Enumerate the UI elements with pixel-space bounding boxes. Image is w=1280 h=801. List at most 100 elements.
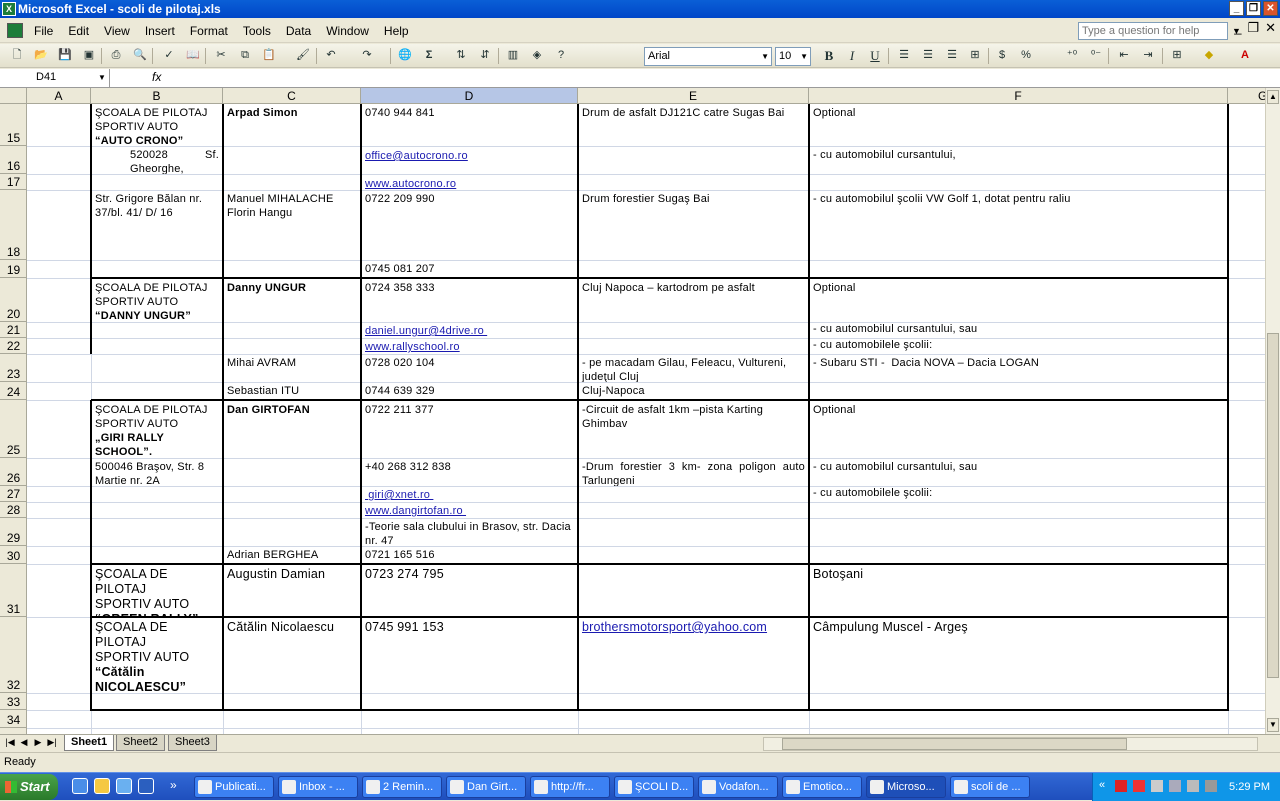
word-icon[interactable]	[138, 778, 154, 794]
cell-b25[interactable]: ŞCOALA DE PILOTAJ SPORTIV AUTO „GIRI RAL…	[92, 401, 222, 458]
copy-icon[interactable]: ⧉	[236, 47, 254, 64]
column-header-a[interactable]: A	[27, 88, 91, 104]
row-header[interactable]: 24	[0, 382, 27, 400]
bold-button[interactable]: B	[820, 47, 838, 64]
cell-c15[interactable]: Arpad Simon	[224, 104, 360, 146]
cell-f15[interactable]: Optional	[810, 104, 1227, 146]
row-header[interactable]: 20	[0, 278, 27, 322]
more-quicklaunch-icon[interactable]: »	[170, 778, 177, 792]
cell-d24[interactable]: 0744 639 329	[362, 382, 577, 400]
cell-e25[interactable]: -Circuit de asfalt 1km –pista Karting Gh…	[579, 401, 808, 458]
cell-d19[interactable]: 0745 081 207	[362, 260, 577, 278]
row-header[interactable]: 27	[0, 486, 27, 502]
cell-d20[interactable]: 0724 358 333	[362, 279, 577, 322]
cell-d26[interactable]: +40 268 312 838	[362, 458, 577, 486]
paste-icon[interactable]: 📋	[260, 47, 278, 64]
cell-e26[interactable]: -Drum forestier 3 km- zona poligon auto …	[579, 458, 808, 486]
tray-app-icon[interactable]	[1115, 780, 1127, 792]
row-header[interactable]: 31	[0, 564, 27, 617]
ie-icon[interactable]	[72, 778, 88, 794]
menu-help[interactable]: Help	[384, 24, 409, 38]
tab-sheet2[interactable]: Sheet2	[116, 735, 165, 751]
task-button[interactable]: http://fr...	[530, 776, 610, 798]
font-size-select[interactable]: 10 ▼	[775, 47, 811, 66]
help-icon[interactable]: ?	[552, 47, 570, 64]
tab-sheet1[interactable]: Sheet1	[64, 735, 115, 751]
task-button-active[interactable]: Microso...	[866, 776, 946, 798]
vertical-scroll-thumb[interactable]	[1267, 333, 1279, 678]
row-header[interactable]: 33	[0, 693, 27, 710]
sort-ascending-icon[interactable]: ⇅	[452, 47, 470, 64]
hyperlink-icon[interactable]: 🌐	[396, 47, 414, 64]
task-button[interactable]: Vodafon...	[698, 776, 778, 798]
print-icon[interactable]: ⎙	[107, 47, 125, 64]
undo-icon[interactable]: ↶	[322, 47, 340, 64]
cell-d31[interactable]: 0723 274 795	[362, 565, 577, 616]
tab-sheet3[interactable]: Sheet3	[168, 735, 217, 751]
row-header[interactable]: 19	[0, 260, 27, 278]
font-color-icon[interactable]: A	[1236, 47, 1254, 64]
row-header[interactable]: 16	[0, 146, 27, 174]
cell-d30[interactable]: 0721 165 516	[362, 546, 577, 564]
cell-e32[interactable]: brothersmotorsport@yahoo.com	[579, 618, 808, 693]
menu-data[interactable]: Data	[286, 24, 311, 38]
column-header-b[interactable]: B	[91, 88, 223, 104]
worksheet-grid[interactable]: A B C D E F G 15 16 17 18 19 20 21 22 23…	[0, 88, 1265, 734]
cell-f27[interactable]: - cu automobilele şcolii:	[810, 486, 1227, 502]
redo-icon[interactable]: ↷	[358, 47, 376, 64]
row-header[interactable]: 30	[0, 546, 27, 564]
align-right-icon[interactable]: ☰	[943, 47, 961, 64]
cell-f21[interactable]: - cu automobilul cursantului, sau	[810, 322, 1227, 338]
cell-c30[interactable]: Adrian BERGHEA	[224, 546, 360, 564]
task-button[interactable]: Dan Girt...	[446, 776, 526, 798]
cell-e18[interactable]: Drum forestier Sugaş Bai	[579, 190, 808, 260]
name-box[interactable]: D41 ▼	[0, 69, 110, 87]
column-header-g[interactable]: G	[1228, 88, 1265, 104]
cell-e15[interactable]: Drum de asfalt DJ121C catre Sugas Bai	[579, 104, 808, 146]
research-icon[interactable]: 📖	[184, 47, 202, 64]
column-header-c[interactable]: C	[223, 88, 361, 104]
prev-sheet-icon[interactable]: ◀	[18, 737, 30, 748]
permission-icon[interactable]: ▣	[80, 47, 98, 64]
horizontal-scroll-thumb[interactable]	[782, 738, 1127, 750]
cell-c23[interactable]: Mihai AVRAM	[224, 354, 360, 382]
cell-f20[interactable]: Optional	[810, 279, 1227, 322]
menu-window[interactable]: Window	[326, 24, 369, 38]
row-header[interactable]: 23	[0, 354, 27, 382]
task-button[interactable]: 2 Remin...	[362, 776, 442, 798]
volume-icon[interactable]	[1151, 780, 1163, 792]
row-header[interactable]: 22	[0, 338, 27, 354]
cell-b26[interactable]: 500046 Braşov, Str. 8 Martie nr. 2A	[92, 458, 222, 486]
menu-file[interactable]: File	[34, 24, 53, 38]
first-sheet-icon[interactable]: |◀	[4, 737, 16, 748]
underline-button[interactable]: U	[866, 47, 884, 64]
cell-b15[interactable]: ŞCOALA DE PILOTAJ SPORTIV AUTO “AUTO CRO…	[92, 104, 222, 146]
cell-d16[interactable]: office@autocrono.ro	[362, 146, 577, 174]
cell-d28[interactable]: www.dangirtofan.ro	[362, 502, 577, 518]
cell-d29[interactable]: -Teorie sala clubului in Brasov, str. Da…	[362, 518, 577, 546]
outlook-icon[interactable]	[94, 778, 110, 794]
cell-f16[interactable]: - cu automobilul cursantului,	[810, 146, 1227, 174]
cell-f26[interactable]: - cu automobilul cursantului, sau	[810, 458, 1227, 486]
close-button[interactable]: ✕	[1263, 1, 1278, 16]
cell-d32[interactable]: 0745 991 153	[362, 618, 577, 693]
cell-d15[interactable]: 0740 944 841	[362, 104, 577, 146]
cell-c32[interactable]: Cătălin Nicolaescu	[224, 618, 360, 693]
vertical-scrollbar[interactable]: ▲ ▼	[1265, 88, 1280, 734]
row-header[interactable]: 29	[0, 518, 27, 546]
cut-icon[interactable]: ✂	[212, 47, 230, 64]
clock[interactable]: 5:29 PM	[1229, 773, 1270, 801]
increase-decimal-icon[interactable]: ⁺⁰	[1063, 47, 1081, 64]
workbook-minimize-button[interactable]: _	[1234, 20, 1241, 36]
drawing-icon[interactable]: ◈	[528, 47, 546, 64]
fill-color-icon[interactable]: ◆	[1200, 47, 1218, 64]
horizontal-scrollbar[interactable]	[763, 737, 1258, 751]
desktop-icon[interactable]	[116, 778, 132, 794]
row-header[interactable]: 15	[0, 104, 27, 146]
cell-c25[interactable]: Dan GIRTOFAN	[224, 401, 360, 458]
cell-d17[interactable]: www.autocrono.ro	[362, 174, 577, 190]
cell-f31[interactable]: Botoşani	[810, 565, 1227, 616]
row-header[interactable]: 28	[0, 502, 27, 518]
task-button[interactable]: Inbox - ...	[278, 776, 358, 798]
cell-b32[interactable]: ŞCOALA DE PILOTAJ SPORTIV AUTO “Cătălin …	[92, 618, 222, 693]
